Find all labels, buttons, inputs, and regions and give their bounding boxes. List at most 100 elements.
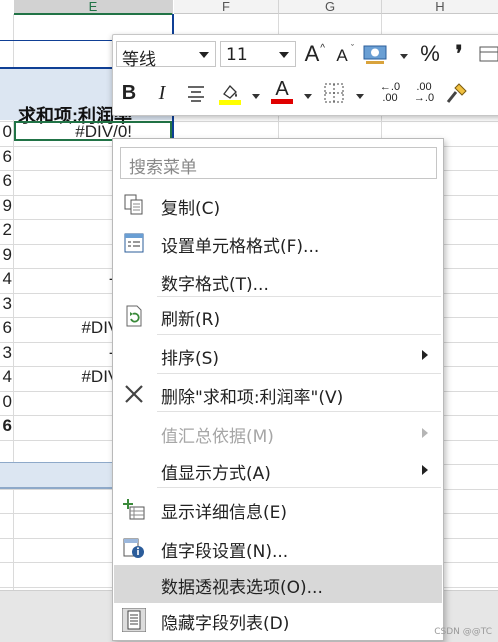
sheet-cell[interactable]: 6: [0, 171, 13, 196]
chevron-down-icon[interactable]: [356, 94, 364, 99]
mini-toolbar: 等线 11 A ^ A ˇ % ❜ B I A ←.0 .00 .00 →.0: [112, 34, 498, 116]
menu-item-refresh[interactable]: 刷新(R): [114, 297, 442, 335]
menu-item-label: 值字段设置(N)...: [161, 542, 289, 562]
column-header-g[interactable]: G: [279, 0, 382, 14]
menu-item-pivottable-options[interactable]: 数据透视表选项(O)...: [114, 565, 442, 603]
sheet-cell[interactable]: 6: [0, 318, 13, 343]
menu-item-value-field-settings[interactable]: 值字段设置(N)...: [114, 529, 442, 567]
watermark: CSDN @@TC: [434, 627, 492, 637]
sheet-cell[interactable]: 4: [0, 367, 13, 392]
sheet-cell[interactable]: 9: [0, 196, 13, 221]
sheet-cell[interactable]: 6: [0, 147, 13, 172]
cell-value: 6: [2, 147, 12, 166]
menu-item-label: 值显示方式(A): [161, 464, 271, 484]
italic-button[interactable]: I: [151, 79, 173, 107]
sheet-cell[interactable]: 3: [0, 294, 13, 319]
sheet-cell[interactable]: 4: [0, 269, 13, 294]
menu-item-label: 隐藏字段列表(D): [161, 614, 290, 634]
menu-separator: [157, 487, 441, 488]
menu-item-label: 值汇总依据(M): [161, 427, 274, 447]
cell-value: 6: [2, 318, 12, 337]
sheet-cell[interactable]: 0: [0, 122, 13, 147]
menu-item-number-format[interactable]: 数字格式(T)...: [114, 262, 442, 300]
decrease-font-size-button[interactable]: A ˇ: [329, 40, 355, 68]
menu-item-hide-field-list[interactable]: 隐藏字段列表(D): [114, 601, 442, 639]
cell-value: 9: [2, 196, 12, 215]
borders-button[interactable]: [321, 79, 347, 107]
font-color-swatch: [271, 98, 293, 104]
font-size-value: 11: [226, 45, 248, 65]
sheet-cell[interactable]: 3: [0, 343, 13, 368]
menu-item-label: 刷新(R): [161, 310, 221, 330]
cell-value: 4: [2, 269, 12, 288]
accounting-format-icon: [363, 45, 387, 64]
cell-value: 9: [2, 245, 12, 264]
menu-separator: [157, 334, 441, 335]
field-settings-icon: [123, 538, 144, 558]
refresh-icon: [126, 305, 142, 327]
submenu-arrow-icon: [422, 350, 428, 360]
borders-icon: [324, 83, 344, 103]
cell-value: 6: [2, 171, 12, 190]
table-icon: [479, 46, 498, 62]
fill-color-button[interactable]: [217, 79, 243, 107]
submenu-arrow-icon: [422, 465, 428, 475]
cell-value: 6: [2, 416, 12, 435]
decrease-decimal-button[interactable]: .00 →.0: [409, 79, 439, 107]
format-painter-button[interactable]: [443, 79, 471, 107]
menu-item-label: 设置单元格格式(F)...: [161, 237, 320, 257]
menu-item-copy[interactable]: 复制(C): [114, 186, 442, 224]
decrease-decimal-bottom: →.0: [413, 92, 435, 104]
menu-separator: [157, 373, 441, 374]
column-header-f[interactable]: F: [174, 0, 279, 14]
center-align-button[interactable]: [183, 79, 209, 107]
menu-search-placeholder: 搜索菜单: [129, 158, 197, 178]
column-header-e[interactable]: E: [14, 0, 173, 15]
menu-item-label: 复制(C): [161, 199, 221, 219]
font-size-combo[interactable]: 11: [220, 41, 296, 67]
menu-item-sort[interactable]: 排序(S): [114, 336, 442, 374]
format-cells-icon: [124, 233, 144, 253]
accounting-format-button[interactable]: [361, 40, 389, 68]
chevron-down-icon: [279, 52, 289, 58]
bold-button[interactable]: B: [117, 79, 141, 107]
column-header-h[interactable]: H: [382, 0, 498, 14]
context-menu: 搜索菜单 复制(C) 设置单元格格式(F)... 数字格式(T)... 刷新(R…: [112, 138, 444, 641]
increase-decimal-bottom: .00: [382, 92, 398, 104]
menu-item-label: 数字格式(T)...: [161, 275, 269, 295]
percent-style-button[interactable]: %: [417, 40, 443, 68]
menu-item-remove-field[interactable]: 删除"求和项:利润率"(V): [114, 375, 442, 413]
copy-icon: [124, 194, 143, 215]
font-name-value: 等线: [122, 50, 156, 70]
menu-item-format-cells[interactable]: 设置单元格格式(F)...: [114, 224, 442, 262]
format-painter-icon: [446, 83, 467, 103]
show-details-icon: [123, 499, 145, 520]
sheet-cell[interactable]: 0: [0, 392, 13, 417]
paint-bucket-icon: [219, 85, 241, 105]
menu-search-input[interactable]: 搜索菜单: [120, 147, 437, 179]
font-color-button[interactable]: A: [269, 77, 295, 105]
menu-item-show-details[interactable]: 显示详细信息(E): [114, 490, 442, 528]
menu-item-label: 显示详细信息(E): [161, 503, 288, 523]
sheet-cell[interactable]: 2: [0, 220, 13, 245]
sheet-cell[interactable]: 9: [0, 245, 13, 270]
menu-item-label: 数据透视表选项(O)...: [161, 578, 323, 598]
menu-item-label: 删除"求和项:利润率"(V): [161, 388, 344, 408]
chevron-down-icon[interactable]: [252, 94, 260, 99]
comma-style-button[interactable]: ❜: [449, 40, 469, 68]
cell-value: 0: [2, 392, 12, 411]
submenu-arrow-icon: [422, 428, 428, 438]
increase-decimal-button[interactable]: ←.0 .00: [375, 79, 405, 107]
align-center-icon: [188, 86, 204, 102]
fill-color-swatch: [219, 100, 241, 105]
sheet-cell[interactable]: 6: [0, 416, 13, 441]
chevron-down-icon[interactable]: [400, 54, 408, 59]
font-name-combo[interactable]: 等线: [116, 41, 216, 70]
shrink-font-icon: A: [336, 46, 348, 65]
menu-item-show-values-as[interactable]: 值显示方式(A): [114, 451, 442, 489]
increase-font-size-button[interactable]: A ^: [299, 40, 325, 68]
delete-x-icon: [125, 385, 143, 403]
chevron-down-icon: [199, 52, 209, 58]
chevron-down-icon[interactable]: [304, 94, 312, 99]
more-toolbar-button[interactable]: [477, 40, 498, 68]
